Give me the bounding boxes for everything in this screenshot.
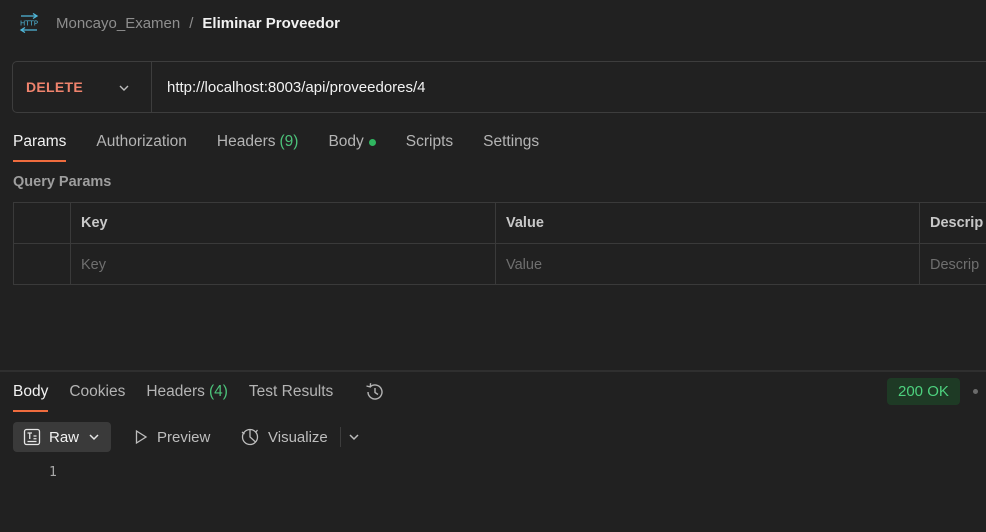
- query-params-table: Key Value Descrip Key Value Descrip: [13, 202, 986, 285]
- tab-authorization[interactable]: Authorization: [96, 128, 186, 162]
- tab-label: Cookies: [69, 383, 126, 400]
- description-input[interactable]: Descrip: [919, 244, 986, 285]
- visualize-icon: [241, 428, 259, 446]
- visualize-button[interactable]: Visualize: [240, 422, 328, 452]
- tab-headers[interactable]: Headers (9): [217, 128, 299, 162]
- tab-params[interactable]: Params: [13, 128, 67, 162]
- key-input[interactable]: Key: [70, 244, 495, 285]
- response-headers-count: (4): [208, 383, 228, 400]
- tab-label: Params: [13, 133, 67, 150]
- visualize-label: Visualize: [268, 428, 328, 446]
- svg-text:HTTP: HTTP: [20, 20, 38, 28]
- tab-label: Settings: [483, 133, 540, 150]
- raw-label: Raw: [49, 428, 80, 446]
- line-number: 1: [49, 465, 57, 480]
- breadcrumb: HTTP Moncayo_Examen / Eliminar Proveedor: [18, 10, 340, 36]
- row-checkbox-cell[interactable]: [14, 244, 70, 285]
- response-tab-headers[interactable]: Headers (4): [146, 378, 228, 412]
- value-input[interactable]: Value: [495, 244, 919, 285]
- method-label: DELETE: [26, 79, 84, 95]
- tab-settings[interactable]: Settings: [483, 128, 539, 162]
- tab-label: Body: [328, 133, 364, 150]
- tab-body[interactable]: Body: [328, 128, 376, 162]
- status-more-dot: [973, 389, 978, 394]
- response-tabs: Body Cookies Headers (4) Test Results: [13, 378, 386, 412]
- table-header-description: Descrip: [919, 203, 986, 243]
- tab-label: Headers: [216, 133, 276, 150]
- method-select[interactable]: DELETE: [13, 62, 152, 112]
- response-tab-body[interactable]: Body: [13, 378, 49, 412]
- request-title[interactable]: Eliminar Proveedor: [202, 15, 340, 32]
- url-bar: DELETE http://localhost:8003/api/proveed…: [12, 61, 986, 113]
- status-badge: 200 OK: [887, 378, 960, 405]
- request-tabs: Params Authorization Headers (9) Body Sc…: [13, 128, 569, 162]
- response-tab-cookies[interactable]: Cookies: [69, 378, 125, 412]
- chevron-down-icon: [117, 81, 131, 95]
- query-params-title: Query Params: [13, 174, 112, 190]
- headers-count: (9): [279, 133, 299, 150]
- preview-label: Preview: [157, 428, 211, 446]
- tab-label: Headers: [146, 383, 205, 400]
- preview-button[interactable]: Preview: [133, 422, 210, 452]
- table-header-row: Key Value Descrip: [14, 203, 986, 244]
- http-icon: HTTP: [18, 12, 40, 34]
- breadcrumb-collection[interactable]: Moncayo_Examen: [56, 15, 180, 32]
- table-header-value: Value: [495, 203, 919, 243]
- url-input[interactable]: http://localhost:8003/api/proveedores/4: [152, 79, 426, 96]
- tab-scripts[interactable]: Scripts: [406, 128, 453, 162]
- table-row: Key Value Descrip: [14, 244, 986, 285]
- play-icon: [135, 429, 148, 445]
- tab-label: Authorization: [96, 133, 187, 150]
- response-tab-test-results[interactable]: Test Results: [249, 378, 333, 412]
- table-header-select: [14, 203, 70, 243]
- text-format-icon: [23, 428, 41, 446]
- history-icon[interactable]: [364, 381, 386, 403]
- response-divider[interactable]: [0, 370, 986, 372]
- chevron-down-icon[interactable]: [347, 430, 361, 444]
- tab-label: Scripts: [405, 133, 454, 150]
- chevron-down-icon: [89, 434, 99, 441]
- breadcrumb-separator: /: [189, 14, 194, 32]
- table-header-key: Key: [70, 203, 495, 243]
- tab-label: Test Results: [248, 383, 334, 400]
- body-indicator-dot: [368, 139, 376, 146]
- raw-format-button[interactable]: Raw: [13, 422, 111, 452]
- toolbar-divider: [340, 427, 341, 447]
- tab-label: Body: [13, 383, 49, 400]
